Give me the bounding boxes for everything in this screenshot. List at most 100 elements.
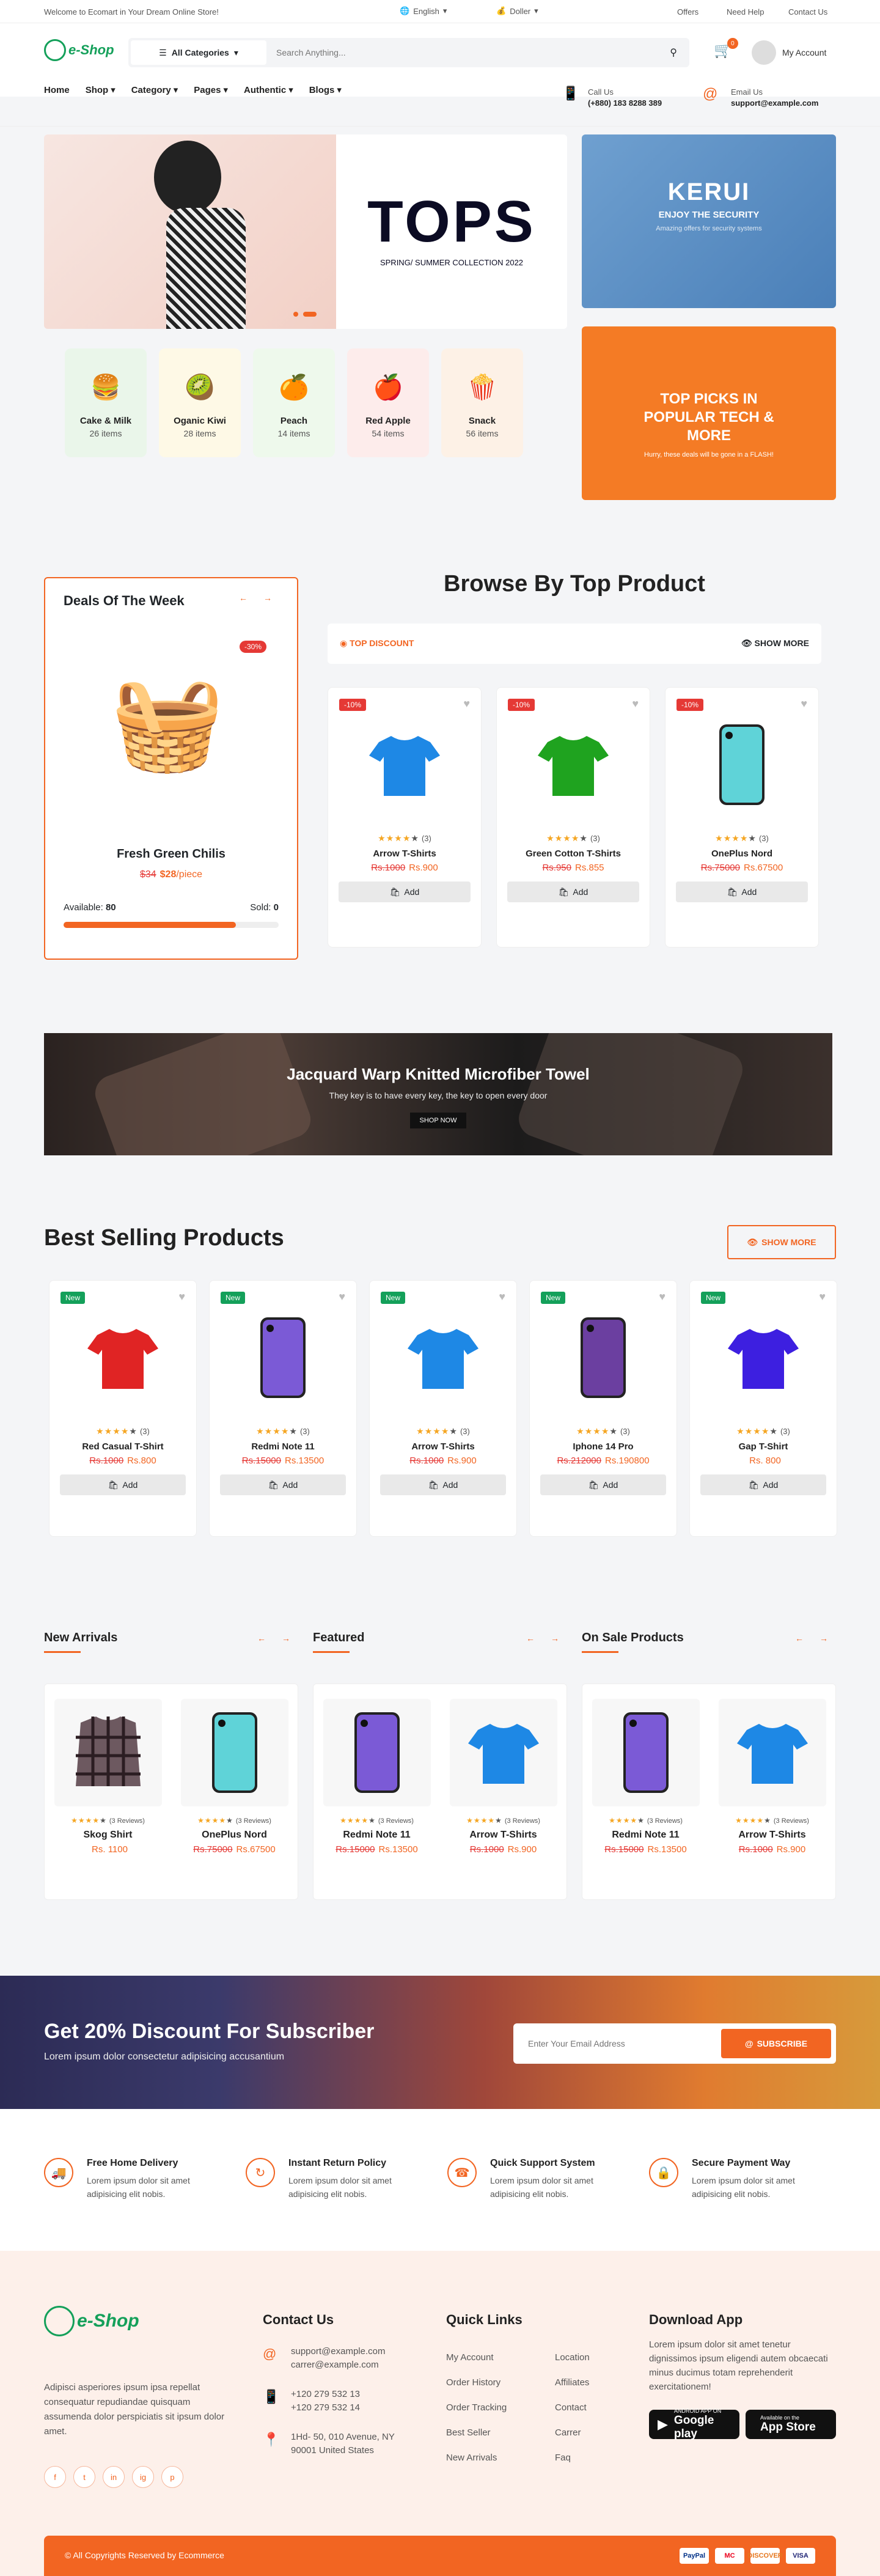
- category-card[interactable]: 🥝 Oganic Kiwi 28 items: [159, 348, 241, 457]
- list-item[interactable]: ★★★★★ (3 Reviews) Arrow T-Shirts Rs.1000 R…: [449, 1699, 557, 1899]
- language-select[interactable]: 🌐 English ▾: [400, 6, 447, 16]
- search-input[interactable]: [276, 48, 670, 57]
- promo1-small: Amazing offers for security systems: [656, 225, 762, 232]
- add-button[interactable]: 🛍 Add: [339, 881, 471, 902]
- add-button[interactable]: 🛍 Add: [507, 881, 639, 902]
- product-card[interactable]: New ♥ ★★★★★ (3) Gap T-Shirt Rs. 800 🛍 Add: [689, 1280, 837, 1537]
- slider-dot-active[interactable]: [303, 312, 317, 317]
- promo-tech[interactable]: TOP PICKS IN POPULAR TECH & MORE Hurry, …: [582, 326, 836, 500]
- add-button[interactable]: 🛍 Add: [540, 1474, 666, 1495]
- nav-shop[interactable]: Shop ▾: [86, 84, 116, 96]
- google-play-button[interactable]: ▶ ANDROID APP ON Google play: [649, 2408, 739, 2440]
- phone-1[interactable]: +120 279 532 13: [291, 2388, 360, 2401]
- shop-now-button[interactable]: SHOP NOW: [410, 1113, 466, 1128]
- footer: e-Shop Adipisci asperiores ipsum ipsa re…: [0, 2251, 880, 2576]
- subscribe-button[interactable]: @ SUBSCRIBE: [721, 2029, 831, 2058]
- prev-arrow-icon[interactable]: ←: [791, 1630, 808, 1647]
- product-card[interactable]: -10% ♥ ★★★★★ (3) OnePlus Nord Rs.75000 Rs.…: [665, 687, 819, 948]
- heart-icon[interactable]: ♥: [801, 697, 807, 710]
- slider-dot[interactable]: [293, 312, 298, 317]
- nav-home[interactable]: Home: [44, 84, 70, 95]
- email-1[interactable]: support@example.com: [291, 2345, 385, 2358]
- currency-select[interactable]: 💰 Doller ▾: [496, 6, 538, 16]
- footer-link[interactable]: Location: [555, 2345, 590, 2370]
- footer-link[interactable]: Affiliates: [555, 2370, 590, 2395]
- product-card[interactable]: -10% ♥ ★★★★★ (3) Green Cotton T-Shirts Rs…: [496, 687, 650, 948]
- logo[interactable]: e-Shop: [44, 39, 114, 61]
- next-arrow-icon[interactable]: →: [259, 589, 276, 606]
- footer-link[interactable]: Contact: [555, 2395, 590, 2420]
- heart-icon[interactable]: ♥: [499, 1290, 505, 1303]
- footer-link[interactable]: Faq: [555, 2445, 590, 2470]
- old-price: Rs.1000: [738, 1844, 773, 1855]
- best-show-more-button[interactable]: 👁 SHOW MORE: [727, 1225, 836, 1259]
- add-button[interactable]: 🛍 Add: [676, 881, 808, 902]
- heart-icon[interactable]: ♥: [659, 1290, 666, 1303]
- nav-pages[interactable]: Pages ▾: [194, 84, 228, 96]
- show-more-label: SHOW MORE: [761, 1237, 816, 1247]
- towel-banner[interactable]: Jacquard Warp Knitted Microfiber Towel T…: [44, 1033, 832, 1155]
- instagram-icon[interactable]: ig: [132, 2466, 154, 2488]
- tab-top-discount[interactable]: ◉ TOP DISCOUNT: [340, 638, 414, 649]
- next-arrow-icon[interactable]: →: [277, 1630, 295, 1647]
- show-more-link[interactable]: 👁 SHOW MORE: [741, 638, 809, 649]
- facebook-icon[interactable]: f: [44, 2466, 66, 2488]
- add-button[interactable]: 🛍 Add: [220, 1474, 346, 1495]
- prev-arrow-icon[interactable]: ←: [235, 589, 252, 606]
- footer-logo[interactable]: e-Shop: [44, 2306, 139, 2336]
- email-2[interactable]: carrer@example.com: [291, 2358, 385, 2372]
- prev-arrow-icon[interactable]: ←: [253, 1630, 270, 1647]
- linkedin-icon[interactable]: in: [103, 2466, 125, 2488]
- product-card[interactable]: New ♥ ★★★★★ (3) Redmi Note 11 Rs.15000 Rs.…: [209, 1280, 357, 1537]
- heart-icon[interactable]: ♥: [463, 697, 470, 710]
- twitter-icon[interactable]: t: [73, 2466, 95, 2488]
- phone-2[interactable]: +120 279 532 14: [291, 2401, 360, 2415]
- contact-us-link[interactable]: Contact Us: [788, 7, 827, 17]
- footer-link[interactable]: Best Seller: [446, 2420, 507, 2445]
- hero-slider[interactable]: TOPS SPRING/ SUMMER COLLECTION 2022: [44, 134, 567, 329]
- category-card[interactable]: 🍎 Red Apple 54 items: [347, 348, 429, 457]
- footer-link[interactable]: Order Tracking: [446, 2395, 507, 2420]
- pinterest-icon[interactable]: p: [161, 2466, 183, 2488]
- list-item[interactable]: ★★★★★ (3 Reviews) OnePlus Nord Rs.75000 Rs…: [180, 1699, 288, 1899]
- product-card[interactable]: -10% ♥ ★★★★★ (3) Arrow T-Shirts Rs.1000 Rs…: [328, 687, 482, 948]
- next-arrow-icon[interactable]: →: [546, 1630, 563, 1647]
- category-dropdown[interactable]: ☰ All Categories ▾: [131, 40, 266, 65]
- promo-security[interactable]: KERUI ENJOY THE SECURITY Amazing offers …: [582, 134, 836, 308]
- payment-icons: PayPal MC DISCOVER VISA: [680, 2548, 815, 2564]
- offers-link[interactable]: Offers: [677, 7, 698, 17]
- heart-icon[interactable]: ♥: [632, 697, 639, 710]
- add-button[interactable]: 🛍 Add: [60, 1474, 186, 1495]
- heart-icon[interactable]: ♥: [339, 1290, 345, 1303]
- category-card[interactable]: 🍊 Peach 14 items: [253, 348, 335, 457]
- search-icon[interactable]: ⚲: [670, 46, 677, 59]
- footer-link[interactable]: Carrer: [555, 2420, 590, 2445]
- heart-icon[interactable]: ♥: [178, 1290, 185, 1303]
- product-card[interactable]: New ♥ ★★★★★ (3) Iphone 14 Pro Rs.212000 Rs…: [529, 1280, 677, 1537]
- cart-icon[interactable]: 🛒 0: [714, 38, 738, 59]
- add-button[interactable]: 🛍 Add: [700, 1474, 826, 1495]
- category-card[interactable]: 🍿 Snack 56 items: [441, 348, 523, 457]
- category-card[interactable]: 🍔 Cake & Milk 26 items: [65, 348, 147, 457]
- add-button[interactable]: 🛍 Add: [380, 1474, 506, 1495]
- prev-arrow-icon[interactable]: ←: [522, 1630, 539, 1647]
- nav-category[interactable]: Category ▾: [131, 84, 178, 96]
- chevron-down-icon: ▾: [233, 47, 238, 57]
- next-arrow-icon[interactable]: →: [815, 1630, 832, 1647]
- list-item[interactable]: ★★★★★ (3 Reviews) Skog Shirt Rs. 1100: [54, 1699, 162, 1899]
- account-link[interactable]: My Account: [752, 40, 826, 65]
- list-item[interactable]: ★★★★★ (3 Reviews) Arrow T-Shirts Rs.1000 R…: [718, 1699, 826, 1899]
- footer-link[interactable]: New Arrivals: [446, 2445, 507, 2470]
- need-help-link[interactable]: Need Help: [727, 7, 764, 17]
- nav-authentic[interactable]: Authentic ▾: [244, 84, 293, 96]
- list-item[interactable]: ★★★★★ (3 Reviews) Redmi Note 11 Rs.15000 R…: [323, 1699, 431, 1899]
- list-item[interactable]: ★★★★★ (3 Reviews) Redmi Note 11 Rs.15000 R…: [592, 1699, 700, 1899]
- footer-link[interactable]: My Account: [446, 2345, 507, 2370]
- product-card[interactable]: New ♥ ★★★★★ (3) Arrow T-Shirts Rs.1000 Rs.…: [369, 1280, 517, 1537]
- product-card[interactable]: New ♥ ★★★★★ (3) Red Casual T-Shirt Rs.100…: [49, 1280, 197, 1537]
- email-input[interactable]: [528, 2039, 721, 2048]
- heart-icon[interactable]: ♥: [819, 1290, 826, 1303]
- nav-blogs[interactable]: Blogs ▾: [309, 84, 342, 96]
- app-store-button[interactable]: Available on the App Store: [746, 2410, 836, 2439]
- footer-link[interactable]: Order History: [446, 2370, 507, 2395]
